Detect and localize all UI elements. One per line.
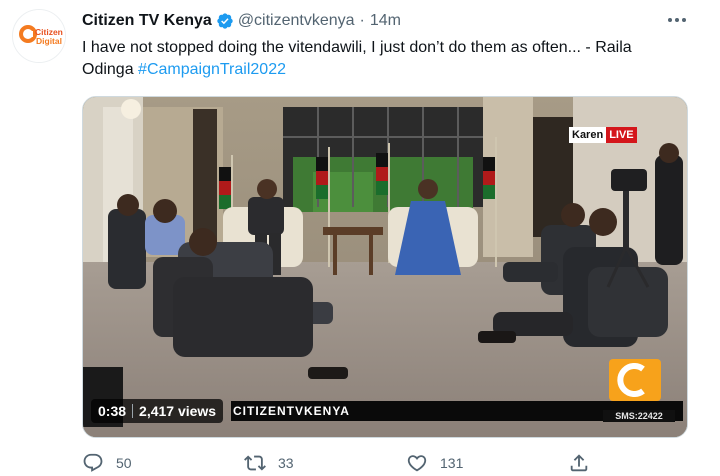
video-frame [83,97,687,437]
video-duration: 0:38 [98,403,127,419]
share-icon [570,454,588,472]
citizen-digital-logo: Citizen Digital [13,10,65,62]
reply-icon [83,453,103,472]
separator-dot: · [359,12,365,29]
display-name[interactable]: Citizen TV Kenya [82,12,212,30]
share-button[interactable] [568,452,602,474]
reply-button[interactable]: 50 [82,452,132,474]
timestamp[interactable]: 14m [370,12,401,30]
location-badge: Karen LIVE [569,127,637,143]
like-button[interactable]: 131 [406,452,463,474]
logo-text-digital: Digital [36,36,62,46]
tweet[interactable]: Citizen Digital Citizen TV Kenya @citize… [0,0,720,476]
action-bar: 50 33 131 [82,452,602,474]
like-count: 131 [440,455,464,471]
sms-number: SMS:22422 [603,410,675,422]
verified-badge-icon [217,13,233,29]
retweet-button[interactable]: 33 [244,452,294,474]
view-count: 2,417 views [139,403,217,419]
tweet-text: I have not stopped doing the vitendawili… [82,37,682,81]
retweet-count: 33 [278,455,294,471]
tweet-header: Citizen TV Kenya @citizentvkenya · 14m [82,10,401,32]
more-options-icon[interactable] [660,8,694,32]
like-icon [407,455,427,472]
reply-count: 50 [116,455,132,471]
video-stats: 0:38 2,417 views [91,399,224,423]
retweet-icon [244,455,266,471]
hashtag-link[interactable]: #CampaignTrail2022 [138,61,286,78]
handle[interactable]: @citizentvkenya [238,12,355,30]
location-label: Karen [569,127,607,143]
video-player[interactable]: Karen LIVE CITIZENTVKENYA SMS:22422 0:38… [82,96,688,438]
live-badge: LIVE [606,127,637,143]
avatar[interactable]: Citizen Digital [12,9,66,63]
